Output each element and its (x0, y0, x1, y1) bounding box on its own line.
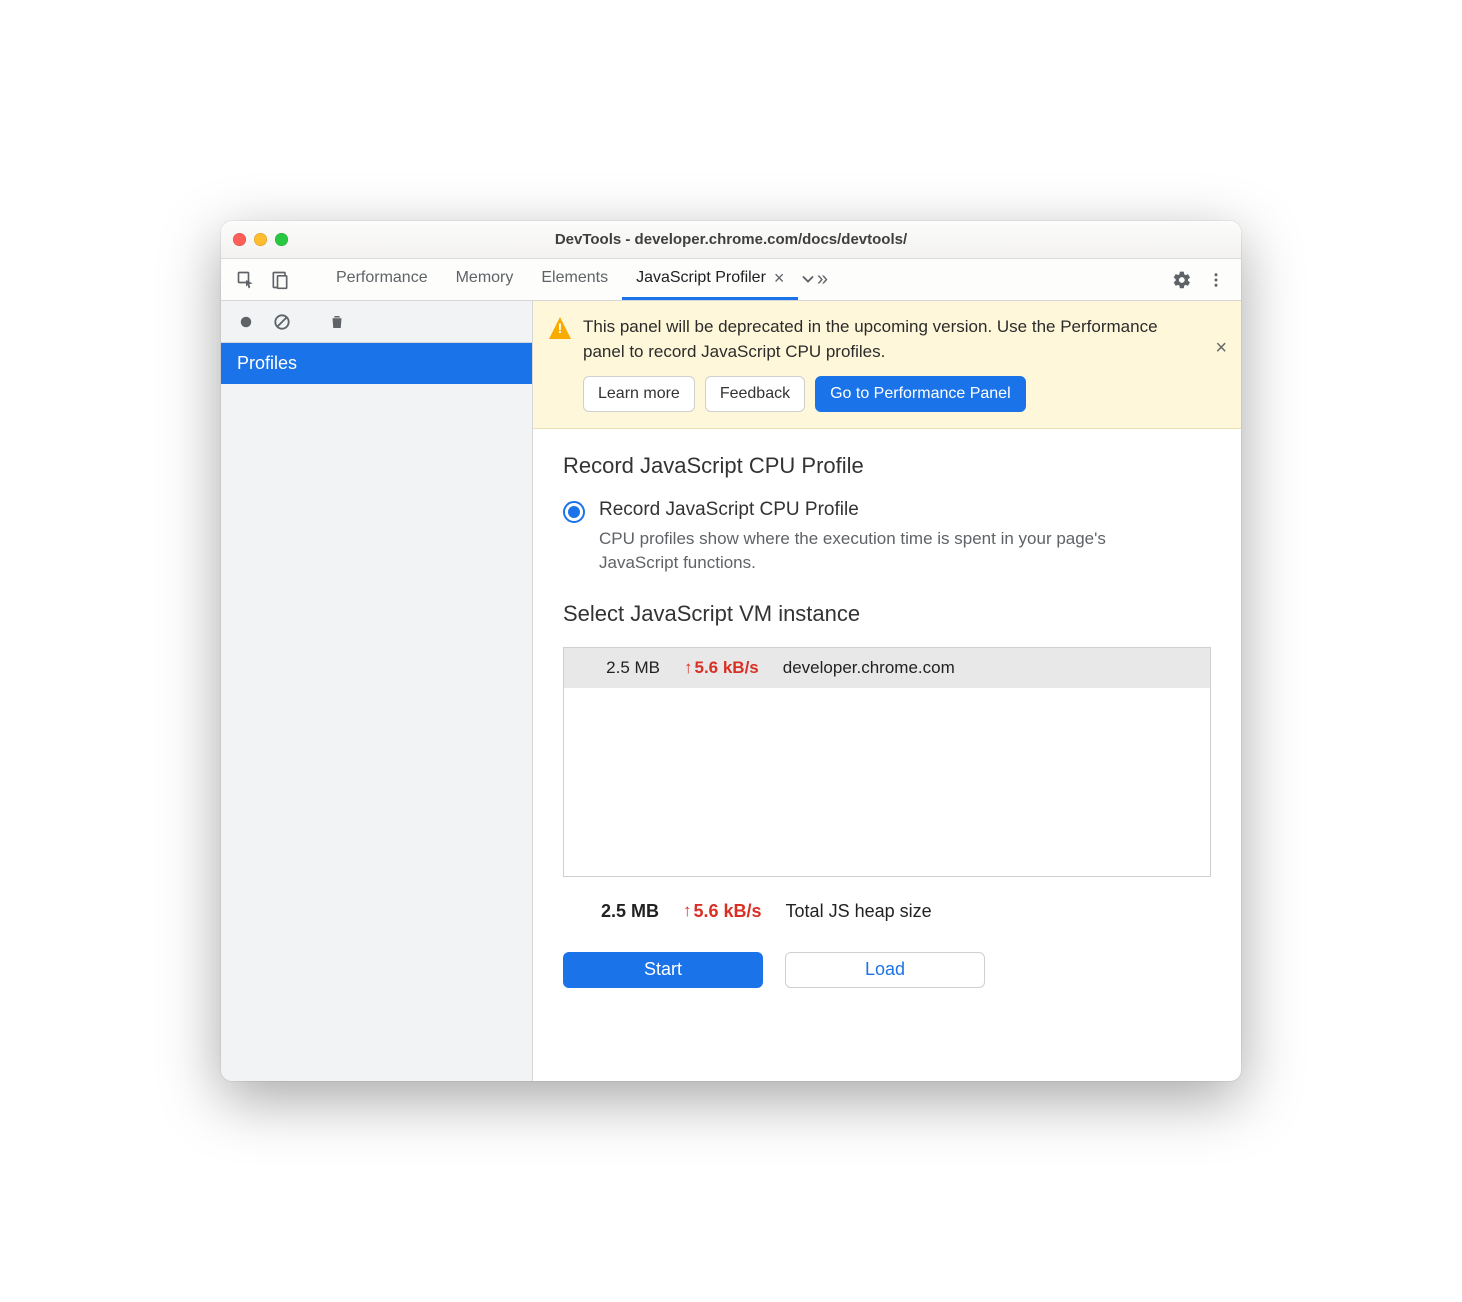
sidebar-toolbar (221, 301, 532, 343)
settings-icon[interactable] (1167, 265, 1197, 295)
learn-more-button[interactable]: Learn more (583, 376, 695, 412)
zoom-window-button[interactable] (275, 233, 288, 246)
close-tab-icon[interactable]: × (774, 268, 785, 289)
go-to-performance-button[interactable]: Go to Performance Panel (815, 376, 1026, 412)
total-rate: ↑5.6 kB/s (683, 901, 762, 922)
vm-heading: Select JavaScript VM instance (563, 601, 1211, 627)
button-label: Load (865, 959, 905, 980)
close-window-button[interactable] (233, 233, 246, 246)
content: Record JavaScript CPU Profile Record Jav… (533, 429, 1241, 1081)
inspect-element-icon[interactable] (231, 265, 261, 295)
action-buttons: Start Load (563, 952, 1211, 988)
tab-memory[interactable]: Memory (442, 259, 528, 300)
vm-size: 2.5 MB (580, 658, 660, 678)
sidebar-item-label: Profiles (237, 353, 297, 373)
vm-host: developer.chrome.com (783, 658, 955, 678)
window-controls (233, 233, 288, 246)
titlebar: DevTools - developer.chrome.com/docs/dev… (221, 221, 1241, 259)
device-toolbar-icon[interactable] (265, 265, 295, 295)
total-size: 2.5 MB (579, 901, 659, 922)
panel-tabs: Performance Memory Elements JavaScript P… (322, 259, 1140, 300)
radio-label: Record JavaScript CPU Profile (599, 499, 1119, 521)
sidebar: Profiles (221, 301, 533, 1081)
vm-instance-list: 2.5 MB ↑5.6 kB/s developer.chrome.com (563, 647, 1211, 877)
vm-instance-row[interactable]: 2.5 MB ↑5.6 kB/s developer.chrome.com (564, 648, 1210, 688)
warning-icon (549, 317, 571, 339)
total-label: Total JS heap size (786, 901, 932, 922)
profile-heading: Record JavaScript CPU Profile (563, 453, 1211, 479)
delete-icon[interactable] (322, 307, 352, 337)
panel-body: Profiles This panel will be deprecated i… (221, 301, 1241, 1081)
tab-label: Elements (541, 269, 608, 287)
tab-javascript-profiler[interactable]: JavaScript Profiler × (622, 259, 798, 300)
minimize-window-button[interactable] (254, 233, 267, 246)
radio-description: CPU profiles show where the execution ti… (599, 527, 1119, 575)
up-arrow-icon: ↑ (684, 658, 693, 678)
load-button[interactable]: Load (785, 952, 985, 988)
profile-type-option[interactable]: Record JavaScript CPU Profile CPU profil… (563, 499, 1211, 575)
tab-performance[interactable]: Performance (322, 259, 442, 300)
tab-elements[interactable]: Elements (527, 259, 622, 300)
more-tabs-icon[interactable]: » (798, 265, 828, 295)
close-banner-icon[interactable]: × (1215, 337, 1227, 360)
heap-total-row: 2.5 MB ↑5.6 kB/s Total JS heap size (563, 897, 1211, 926)
button-label: Go to Performance Panel (830, 385, 1011, 403)
clear-icon[interactable] (267, 307, 297, 337)
start-button[interactable]: Start (563, 952, 763, 988)
radio-icon (563, 501, 585, 523)
main-tabbar: Performance Memory Elements JavaScript P… (221, 259, 1241, 301)
up-arrow-icon: ↑ (683, 901, 692, 921)
feedback-button[interactable]: Feedback (705, 376, 805, 412)
tab-label: JavaScript Profiler (636, 269, 766, 287)
tab-label: Performance (336, 269, 428, 287)
tab-label: Memory (456, 269, 514, 287)
button-label: Learn more (598, 385, 680, 403)
sidebar-item-profiles[interactable]: Profiles (221, 343, 532, 384)
window-title: DevTools - developer.chrome.com/docs/dev… (221, 231, 1241, 248)
button-label: Feedback (720, 385, 790, 403)
devtools-window: DevTools - developer.chrome.com/docs/dev… (221, 221, 1241, 1081)
kebab-menu-icon[interactable] (1201, 265, 1231, 295)
main-panel: This panel will be deprecated in the upc… (533, 301, 1241, 1081)
deprecation-banner: This panel will be deprecated in the upc… (533, 301, 1241, 429)
banner-text: This panel will be deprecated in the upc… (583, 315, 1195, 364)
button-label: Start (644, 959, 682, 980)
record-icon[interactable] (231, 307, 261, 337)
vm-rate: ↑5.6 kB/s (684, 658, 759, 678)
